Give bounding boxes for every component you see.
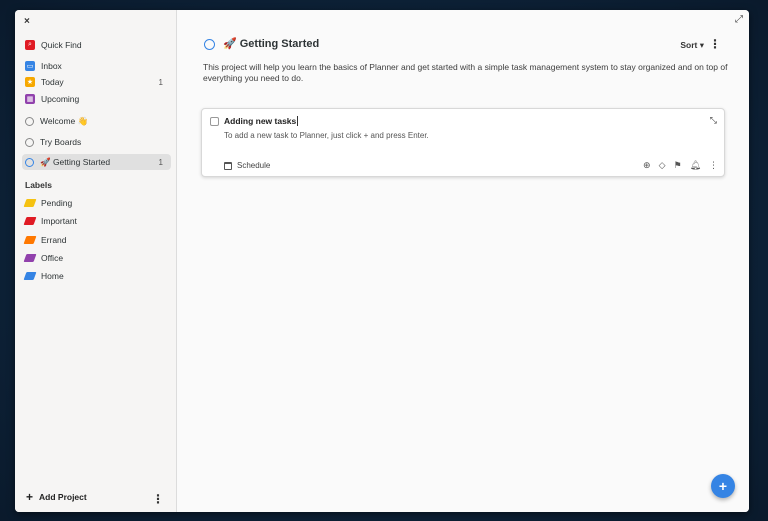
expand-icon[interactable]: ⤢	[735, 14, 743, 25]
sort-button[interactable]: Sort ▾	[680, 40, 704, 51]
sidebar-item-label: Pending	[41, 198, 73, 208]
close-icon[interactable]: ×	[24, 16, 30, 27]
add-project-label: Add Project	[39, 492, 87, 502]
page-title: 🚀 Getting Started	[223, 38, 320, 50]
labels-heading: Labels	[25, 180, 52, 190]
task-actions: ⊕ ◇ ⚑ 🔔︎ ⋮	[643, 160, 718, 171]
sidebar-item-quick-find[interactable]: ⌕ Quick Find	[22, 37, 171, 53]
sidebar-item-label: Office	[41, 253, 64, 263]
tag-icon	[23, 254, 37, 262]
task-card[interactable]: Adding new tasks To add a new task to Pl…	[201, 108, 725, 177]
sidebar-label-errand[interactable]: Errand	[22, 232, 171, 248]
sidebar: × ⌕ Quick Find ▭ Inbox ★ Today 1 ▦ Upcom…	[15, 10, 177, 512]
sidebar-project-try-boards[interactable]: Try Boards	[22, 134, 171, 150]
sidebar-item-label: Try Boards	[40, 137, 82, 147]
collapse-icon[interactable]: ⤡	[710, 115, 717, 126]
sidebar-item-label: Quick Find	[41, 40, 82, 50]
project-description: This project will help you learn the bas…	[203, 62, 728, 83]
sidebar-label-home[interactable]: Home	[22, 268, 171, 284]
sidebar-item-label: Welcome 👋	[40, 115, 89, 126]
task-title-input[interactable]: Adding new tasks	[224, 116, 299, 126]
project-count: 1	[158, 157, 163, 167]
sidebar-item-label: Upcoming	[41, 94, 80, 104]
sidebar-item-label: 🚀 Getting Started	[40, 156, 111, 167]
sidebar-item-label: Today	[41, 77, 64, 87]
sidebar-item-label: Home	[41, 271, 64, 281]
sidebar-more-icon[interactable]: ⋮	[152, 492, 164, 506]
sort-label: Sort	[680, 40, 698, 50]
calendar-icon: ▦	[25, 94, 35, 104]
tag-icon[interactable]: ◇	[659, 160, 666, 171]
project-circle-icon	[25, 157, 34, 167]
schedule-label: Schedule	[237, 161, 271, 170]
tag-icon	[23, 236, 37, 244]
add-project-button[interactable]: + Add Project	[26, 490, 87, 504]
add-task-button[interactable]: +	[711, 474, 735, 498]
planner-window: × ⌕ Quick Find ▭ Inbox ★ Today 1 ▦ Upcom…	[15, 10, 749, 512]
add-subtask-icon[interactable]: ⊕	[643, 160, 651, 171]
sidebar-item-label: Important	[41, 216, 77, 226]
sidebar-label-pending[interactable]: Pending	[22, 195, 171, 211]
task-description[interactable]: To add a new task to Planner, just click…	[224, 131, 429, 140]
flag-icon[interactable]: ⚑	[673, 160, 681, 171]
more-options-icon[interactable]: ⋮	[709, 160, 718, 171]
star-icon: ★	[25, 77, 35, 87]
sidebar-label-important[interactable]: Important	[22, 213, 171, 229]
more-options-icon[interactable]: ⋮	[709, 37, 721, 51]
sidebar-item-label: Errand	[41, 235, 67, 245]
sidebar-item-upcoming[interactable]: ▦ Upcoming	[22, 91, 171, 107]
sidebar-item-inbox[interactable]: ▭ Inbox	[22, 58, 171, 74]
project-progress-icon	[204, 39, 215, 50]
bell-icon[interactable]: 🔔︎	[690, 160, 701, 171]
plus-icon: +	[26, 490, 34, 504]
sidebar-label-office[interactable]: Office	[22, 250, 171, 266]
main-panel: ⤢ 🚀 Getting Started Sort ▾ ⋮ This projec…	[177, 10, 749, 512]
calendar-icon	[224, 161, 232, 170]
task-checkbox[interactable]	[210, 117, 219, 126]
tag-icon	[23, 199, 37, 207]
tag-icon	[23, 217, 37, 225]
sidebar-project-getting-started[interactable]: 🚀 Getting Started 1	[22, 154, 171, 170]
today-count: 1	[158, 77, 163, 87]
project-circle-icon	[25, 116, 34, 126]
sidebar-project-welcome[interactable]: Welcome 👋	[22, 113, 171, 129]
schedule-button[interactable]: Schedule	[224, 161, 270, 170]
sidebar-item-label: Inbox	[41, 61, 62, 71]
chevron-down-icon: ▾	[699, 40, 704, 50]
search-icon: ⌕	[25, 40, 35, 50]
sidebar-item-today[interactable]: ★ Today 1	[22, 74, 171, 90]
inbox-icon: ▭	[25, 61, 35, 71]
tag-icon	[23, 272, 37, 280]
project-circle-icon	[25, 137, 34, 147]
